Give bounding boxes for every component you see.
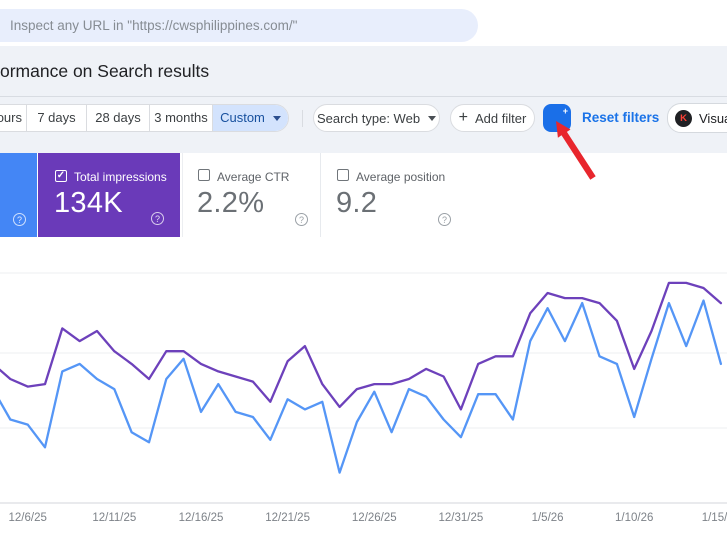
date-range-28-days[interactable]: 28 days — [86, 105, 149, 131]
visualize-label: Visual — [699, 110, 727, 126]
x-axis-label: 12/21/25 — [265, 512, 310, 524]
impressions-value: 134K — [54, 187, 123, 219]
performance-chart-svg[interactable]: 12/6/25 12/11/25 12/16/25 12/21/25 12/26/25 1… — [0, 237, 727, 545]
keywords-everywhere-icon: K — [675, 109, 692, 127]
total-impressions-tile[interactable]: ✓ Total impressions 134K ? — [38, 153, 180, 237]
impressions-checkbox[interactable]: ✓ — [55, 170, 67, 182]
ctr-checkbox[interactable] — [198, 169, 210, 181]
header-band: ormance on Search results ours 7 days 28… — [0, 46, 727, 153]
add-filter-label: Add filter — [475, 110, 527, 126]
ctr-label: Average CTR — [217, 170, 290, 184]
x-axis-label: 1/10/26 — [615, 512, 653, 524]
x-axis-label: 12/26/25 — [352, 512, 397, 524]
date-range-24-hours[interactable]: ours — [0, 105, 26, 131]
page-title: ormance on Search results — [0, 61, 210, 81]
search-type-label: Search type: Web — [316, 110, 421, 126]
x-axis-label: 12/31/25 — [439, 512, 484, 524]
filter-button[interactable]: + — [543, 104, 571, 132]
divider — [0, 96, 727, 97]
date-range-segmented-control: ours 7 days 28 days 3 months Custom — [0, 104, 289, 132]
chevron-down-icon — [272, 116, 281, 122]
help-icon[interactable]: ? — [151, 212, 164, 225]
position-checkbox[interactable] — [337, 169, 349, 181]
position-value: 9.2 — [336, 187, 378, 219]
date-range-custom[interactable]: Custom — [212, 105, 288, 131]
date-range-3-months[interactable]: 3 months — [149, 105, 212, 131]
url-inspection-input[interactable] — [10, 9, 450, 42]
help-icon[interactable]: ? — [438, 213, 451, 226]
position-label: Average position — [356, 170, 446, 184]
url-inspection-bar — [0, 9, 478, 42]
help-icon[interactable]: ? — [295, 213, 308, 226]
average-ctr-tile[interactable]: Average CTR 2.2% ? — [182, 153, 318, 237]
x-axis-label: 1/15/26 — [702, 512, 727, 524]
help-icon[interactable]: ? — [13, 213, 26, 226]
plus-icon: + — [458, 109, 469, 126]
plus-icon: + — [562, 106, 568, 116]
date-range-custom-label: Custom — [220, 110, 265, 125]
x-axis-label: 12/11/25 — [92, 512, 136, 524]
total-clicks-tile-partial[interactable]: ? — [0, 153, 37, 237]
x-axis-label: 1/5/26 — [532, 512, 564, 524]
series-line-clicks — [0, 299, 723, 474]
date-range-7-days[interactable]: 7 days — [26, 105, 86, 131]
average-position-tile[interactable]: Average position 9.2 ? — [320, 153, 462, 237]
series-line-total-impressions — [0, 281, 723, 411]
series-layer — [0, 281, 723, 474]
add-filter-button[interactable]: + Add filter — [450, 104, 535, 132]
x-axis-label: 12/16/25 — [179, 512, 224, 524]
search-type-dropdown[interactable]: Search type: Web — [313, 104, 440, 132]
toolbar-divider — [302, 110, 303, 127]
visualize-button[interactable]: K Visual — [667, 103, 727, 133]
chevron-down-icon — [428, 115, 437, 121]
ctr-value: 2.2% — [197, 187, 265, 219]
reset-filters-link[interactable]: Reset filters — [582, 110, 659, 125]
impressions-label: Total impressions — [74, 170, 167, 184]
x-axis-label: 12/6/25 — [9, 512, 47, 524]
x-axis-labels: 12/6/25 12/11/25 12/16/25 12/21/25 12/26/25 1… — [9, 512, 727, 524]
